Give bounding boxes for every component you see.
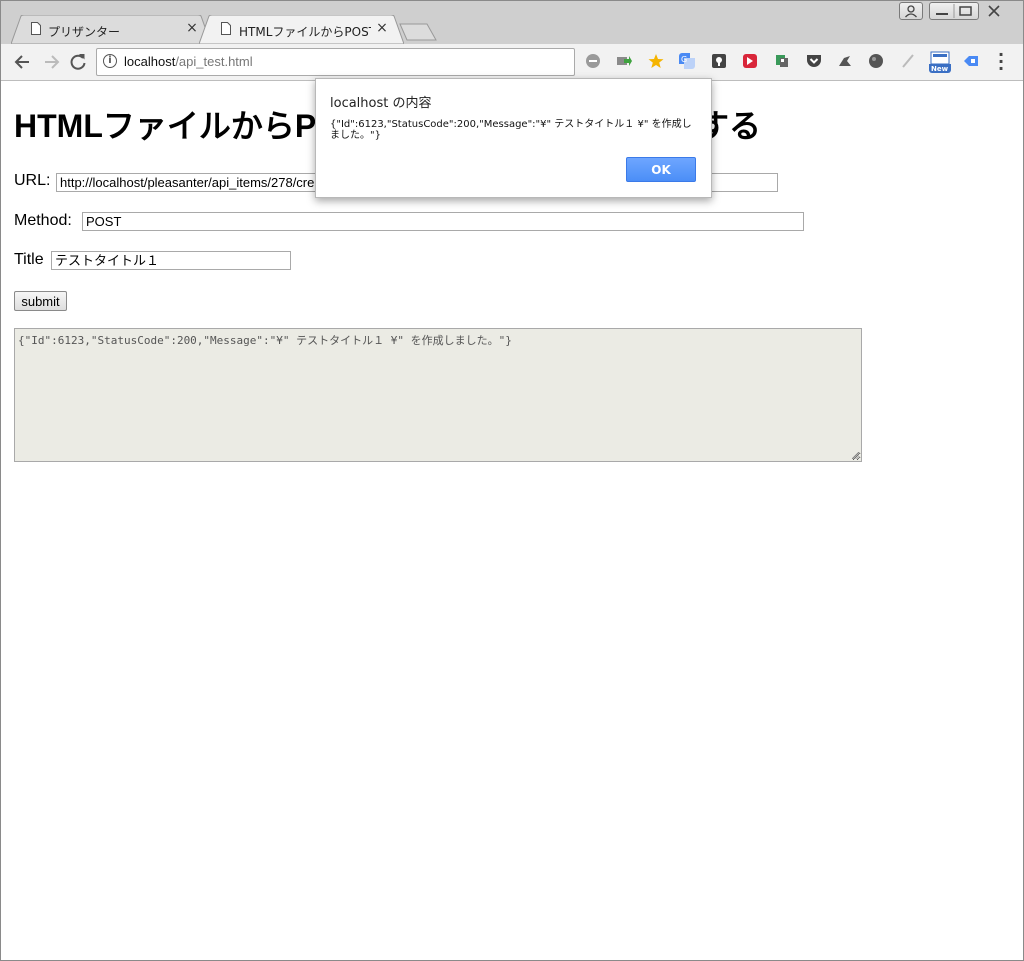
- close-window-icon[interactable]: [987, 5, 1001, 17]
- dialog-message: {"Id":6123,"StatusCode":200,"Message":"¥…: [330, 119, 692, 141]
- ext-feather-icon[interactable]: [900, 53, 916, 69]
- close-icon[interactable]: ×: [374, 20, 390, 36]
- profile-button[interactable]: [899, 2, 923, 20]
- pocket-icon[interactable]: [806, 53, 822, 69]
- ext-gray-circle-icon[interactable]: [585, 53, 601, 69]
- bookmark-star-icon[interactable]: [648, 53, 664, 69]
- address-path: /api_test.html: [175, 54, 253, 69]
- page-heading: HTMLファイルからP する: [14, 101, 761, 147]
- tab-html-post[interactable]: HTMLファイルからPOSTでよ ×: [199, 15, 404, 44]
- page-icon: [221, 22, 231, 35]
- tab-label: プリザンター: [48, 25, 121, 39]
- tab-prizanter[interactable]: プリザンター ×: [11, 15, 211, 44]
- back-arrow-icon[interactable]: [13, 52, 33, 72]
- resize-grip-icon[interactable]: [852, 452, 859, 459]
- ext-green-arrow-icon[interactable]: [616, 53, 632, 69]
- info-icon[interactable]: i: [103, 54, 117, 68]
- svg-text:G: G: [681, 55, 687, 64]
- dialog-title: localhost の内容: [330, 96, 432, 111]
- address-host: localhost: [124, 54, 176, 69]
- ext-globe-icon[interactable]: [868, 53, 884, 69]
- method-input[interactable]: POST: [82, 212, 804, 231]
- title-label: Title: [14, 251, 44, 268]
- page-icon: [31, 22, 41, 35]
- title-input[interactable]: テストタイトル１: [51, 251, 291, 270]
- result-text: {"Id":6123,"StatusCode":200,"Message":"¥…: [18, 334, 512, 347]
- browser-toolbar: i localhost/api_test.html G New · · ·: [1, 44, 1023, 81]
- ext-key-icon[interactable]: [711, 53, 727, 69]
- ok-button[interactable]: OK: [626, 157, 696, 182]
- page-content: HTMLファイルからP する URL: http://localhost/plea…: [1, 81, 1023, 960]
- address-text: localhost/api_test.html: [124, 54, 253, 69]
- alert-dialog: localhost の内容 {"Id":6123,"StatusCode":20…: [315, 78, 712, 198]
- ext-translate-icon[interactable]: G: [679, 53, 695, 69]
- minimize-maximize-icon[interactable]: [930, 3, 978, 19]
- tab-strip: プリザンター × HTMLファイルからPOSTでよ ×: [1, 1, 1023, 44]
- heading-start: HTMLファイルからP: [14, 108, 317, 144]
- browser-window: プリザンター × HTMLファイルからPOSTでよ × i localhost/…: [0, 0, 1024, 961]
- submit-button[interactable]: submit: [14, 291, 67, 311]
- window-controls: [929, 2, 979, 20]
- ext-blue-tag-icon[interactable]: [963, 53, 979, 69]
- new-tab-button[interactable]: [399, 23, 437, 41]
- reload-icon[interactable]: [68, 52, 88, 72]
- tab-label: HTMLファイルからPOSTでよ: [239, 25, 371, 39]
- result-textarea[interactable]: {"Id":6123,"StatusCode":200,"Message":"¥…: [14, 328, 862, 462]
- menu-icon[interactable]: · · ·: [996, 47, 1006, 77]
- ext-bird-icon[interactable]: [837, 53, 853, 69]
- new-badge-label: New: [931, 65, 949, 73]
- ext-red-icon[interactable]: [742, 53, 758, 69]
- address-bar[interactable]: i localhost/api_test.html: [96, 48, 575, 76]
- forward-arrow-icon[interactable]: [41, 52, 61, 72]
- method-label: Method:: [14, 212, 72, 229]
- person-icon: [905, 5, 917, 18]
- ext-puzzle-icon[interactable]: [774, 53, 790, 69]
- close-icon[interactable]: ×: [184, 20, 200, 36]
- url-label: URL:: [14, 172, 51, 189]
